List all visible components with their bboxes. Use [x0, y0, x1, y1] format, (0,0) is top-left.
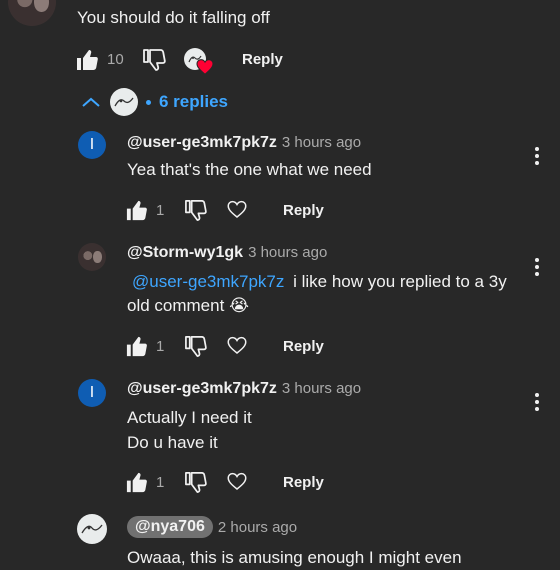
- heart-icon: [227, 200, 247, 218]
- reply-header: @nya706 2 hours ago: [127, 516, 297, 538]
- reply-text-line2: Do u have it: [127, 433, 218, 452]
- dislike-button[interactable]: [183, 199, 208, 222]
- like-button[interactable]: [124, 199, 149, 222]
- reply-header: @user-ge3mk7pk7z 3 hours ago: [127, 380, 361, 398]
- mention-link[interactable]: @user-ge3mk7pk7z: [132, 272, 284, 291]
- reply-header: @Storm-wy1gk 3 hours ago: [127, 244, 327, 262]
- dislike-button[interactable]: [183, 471, 208, 494]
- more-vert-icon[interactable]: [532, 147, 542, 165]
- dislike-button[interactable]: [183, 335, 208, 358]
- reply-timestamp[interactable]: 3 hours ago: [282, 134, 361, 151]
- reply-text-line2: old comment: [127, 296, 225, 315]
- reply-text: Yea that's the one what we need: [127, 160, 372, 179]
- creator-heart-badge: [184, 48, 214, 76]
- thumbs-up-icon: [126, 200, 147, 221]
- reply-button[interactable]: Reply: [283, 202, 324, 219]
- like-count: 1: [156, 202, 165, 219]
- thumbs-down-icon: [185, 472, 207, 493]
- reply-timestamp[interactable]: 2 hours ago: [218, 519, 297, 536]
- reply-timestamp[interactable]: 3 hours ago: [248, 244, 327, 261]
- reply-button[interactable]: Reply: [283, 338, 324, 355]
- reply-text-line1: i like how you replied to a 3y: [293, 272, 507, 291]
- reply-avatar[interactable]: I: [78, 131, 106, 159]
- like-count: 1: [156, 338, 165, 355]
- more-vert-icon[interactable]: [532, 258, 542, 276]
- dislike-button[interactable]: [141, 48, 167, 72]
- like-count: 1: [156, 474, 165, 491]
- reply-avatar[interactable]: [78, 243, 106, 271]
- creator-avatar-small: [110, 88, 138, 116]
- dot-separator: [146, 99, 151, 105]
- reply-text-line1: Actually I need it: [127, 408, 252, 427]
- more-vert-icon[interactable]: [532, 393, 542, 411]
- heart-icon: [227, 336, 247, 354]
- reply-button[interactable]: Reply: [242, 51, 283, 68]
- reply-timestamp[interactable]: 3 hours ago: [282, 380, 361, 397]
- top-comment-avatar[interactable]: [8, 0, 56, 26]
- heart-icon: [227, 472, 247, 490]
- thumbs-up-icon: [126, 472, 147, 493]
- creator-handle-badge[interactable]: @nya706: [127, 516, 213, 538]
- like-button[interactable]: [124, 471, 149, 494]
- reply-author-handle[interactable]: @user-ge3mk7pk7z: [127, 134, 277, 151]
- like-count: 10: [107, 51, 124, 68]
- thumbs-up-icon: [77, 50, 98, 70]
- heart-button[interactable]: [227, 200, 247, 219]
- replies-count-label: 6 replies: [159, 92, 228, 111]
- hide-replies-toggle[interactable]: 6 replies: [80, 88, 228, 116]
- loudly-crying-emoji: 😭: [229, 296, 249, 315]
- reply-text: Owaaa, this is amusing enough I might ev…: [127, 548, 462, 567]
- like-button[interactable]: [124, 335, 149, 358]
- thumbs-down-icon: [185, 200, 207, 221]
- reply-button[interactable]: Reply: [283, 474, 324, 491]
- thumbs-down-icon: [185, 336, 207, 357]
- reply-header: @user-ge3mk7pk7z 3 hours ago: [127, 134, 361, 152]
- reply-author-handle[interactable]: @Storm-wy1gk: [127, 244, 243, 261]
- thumbs-down-icon: [143, 49, 166, 71]
- reply-text: @user-ge3mk7pk7z i like how you replied …: [127, 270, 522, 318]
- chevron-up-icon: [82, 97, 100, 107]
- reply-avatar[interactable]: I: [78, 379, 106, 407]
- top-comment-text: You should do it falling off: [77, 8, 270, 27]
- reply-author-handle[interactable]: @user-ge3mk7pk7z: [127, 380, 277, 397]
- heart-button[interactable]: [227, 336, 247, 355]
- heart-icon: [196, 59, 214, 75]
- like-button[interactable]: [74, 48, 100, 72]
- reply-avatar[interactable]: [77, 514, 107, 544]
- heart-button[interactable]: [227, 472, 247, 491]
- thumbs-up-icon: [126, 336, 147, 357]
